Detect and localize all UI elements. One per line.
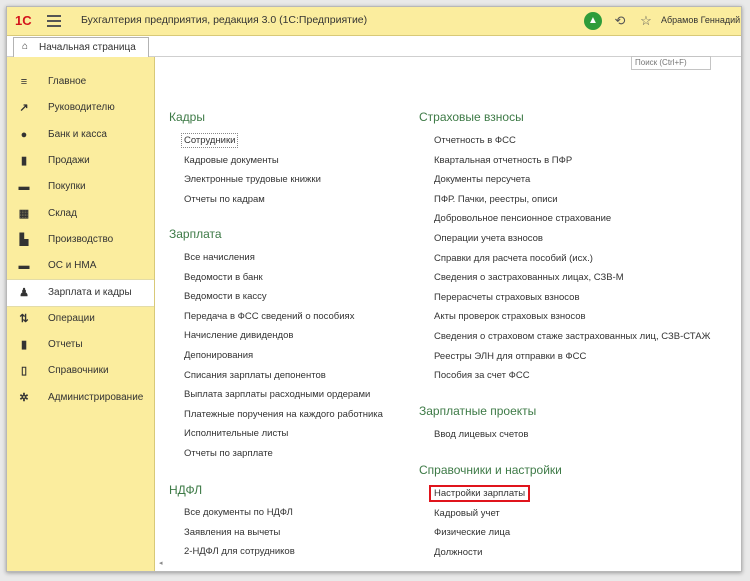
nav-link-vznosy[interactable]: ПФР. Пачки, реестры, описи: [434, 194, 558, 205]
nav-link-zarplata[interactable]: Списания зарплаты депонентов: [184, 370, 326, 381]
search-input[interactable]: [631, 56, 711, 70]
sidebar-item-label: Продажи: [48, 154, 90, 166]
nav-link-ndfl[interactable]: Заявления на вычеты: [184, 527, 280, 538]
person-icon: ♟: [19, 287, 29, 300]
history-icon[interactable]: ⟲: [611, 12, 629, 30]
sidebar-item[interactable]: ▬ ОС и НМА: [7, 253, 154, 279]
sidebar-item[interactable]: ✲ Администрирование: [7, 385, 154, 411]
nav-link-zarplata[interactable]: Ведомости в банк: [184, 272, 263, 283]
favorites-star-icon[interactable]: ☆: [637, 12, 655, 30]
nav-link-zarplata[interactable]: Платежные поручения на каждого работника: [184, 409, 383, 420]
factory-icon: ▙: [19, 233, 29, 246]
sidebar-item[interactable]: ▮ Отчеты: [7, 332, 154, 358]
title-bar: 1С Бухгалтерия предприятия, редакция 3.0…: [7, 7, 741, 36]
nav-link-vznosy[interactable]: Реестры ЭЛН для отправки в ФСС: [434, 351, 586, 362]
nav-link-vznosy[interactable]: Добровольное пенсионное страхование: [434, 213, 611, 224]
nav-link-vznosy[interactable]: Справки для расчета пособий (исх.): [434, 253, 593, 264]
truck-icon: ▬: [18, 260, 30, 273]
nav-link-zarplata[interactable]: Начисление дивидендов: [184, 330, 293, 341]
nav-link-spravochniki[interactable]: Кадровый учет: [434, 508, 500, 519]
nav-link-vznosy[interactable]: Отчетность в ФСС: [434, 135, 516, 146]
nav-link-zarplata[interactable]: Ведомости в кассу: [184, 291, 267, 302]
sidebar-item-label: Покупки: [48, 181, 86, 193]
menu-icon[interactable]: [47, 15, 61, 27]
sidebar-item[interactable]: ▮ Продажи: [7, 148, 154, 174]
nav-link-vznosy[interactable]: Сведения о застрахованных лицах, СЗВ-М: [434, 272, 624, 283]
scroll-left-icon[interactable]: ◂: [159, 559, 163, 567]
nav-link-proekty[interactable]: Ввод лицевых счетов: [434, 429, 528, 440]
sidebar-item[interactable]: ↗ Руководителю: [7, 95, 154, 121]
book-icon: ▯: [20, 365, 28, 378]
nav-link-spravochniki[interactable]: Настройки зарплаты: [429, 485, 531, 502]
bag-icon: ▮: [20, 154, 28, 167]
list-icon: ≡: [20, 76, 28, 88]
section-title-zarplata: Зарплата: [169, 227, 222, 241]
nav-link-vznosy[interactable]: Документы персучета: [434, 174, 530, 185]
sidebar-item[interactable]: ● Банк и касса: [7, 122, 154, 148]
nav-link-kadry[interactable]: Кадровые документы: [184, 155, 279, 166]
sidebar-item[interactable]: ♟ Зарплата и кадры: [7, 279, 154, 308]
sidebar-item-label: Производство: [48, 233, 114, 245]
nav-link-kadry[interactable]: Сотрудники: [181, 133, 239, 148]
nav-link-vznosy[interactable]: Перерасчеты страховых взносов: [434, 292, 580, 303]
nav-link-vznosy[interactable]: Сведения о страховом стаже застрахованны…: [434, 331, 710, 342]
sidebar: ≡ Главное ↗ Руководителю ● Банк и касса ▮ Прода…: [7, 57, 155, 571]
home-icon: ⌂: [22, 41, 29, 52]
section-title-proekty: Зарплатные проекты: [419, 404, 537, 418]
nav-link-kadry[interactable]: Электронные трудовые книжки: [184, 174, 321, 185]
app-title: Бухгалтерия предприятия, редакция 3.0 (1…: [81, 14, 368, 26]
nav-link-spravochniki[interactable]: Физические лица: [434, 527, 510, 538]
nav-link-ndfl[interactable]: 2-НДФЛ для сотрудников: [184, 546, 295, 557]
sidebar-item-label: Руководителю: [48, 102, 115, 114]
sidebar-item-label: Справочники: [48, 365, 109, 377]
notifications-bell-icon[interactable]: ▲: [584, 12, 602, 30]
nav-link-vznosy[interactable]: Квартальная отчетность в ПФР: [434, 155, 572, 166]
section-title-ndfl: НДФЛ: [169, 483, 203, 497]
coin-icon: ●: [20, 128, 28, 141]
sidebar-item[interactable]: ⇅ Операции: [7, 306, 154, 332]
sidebar-item-label: Операции: [48, 312, 95, 324]
trend-icon: ↗: [19, 102, 29, 115]
tab-home[interactable]: ⌂ Начальная страница: [13, 37, 149, 57]
sidebar-item-label: Главное: [48, 76, 87, 87]
nav-link-vznosy[interactable]: Операции учета взносов: [434, 233, 543, 244]
sidebar-item-label: Склад: [48, 207, 77, 219]
nav-link-zarplata[interactable]: Депонирования: [184, 350, 253, 361]
operations-icon: ⇅: [19, 312, 29, 325]
nav-link-zarplata[interactable]: Выплата зарплаты расходными ордерами: [184, 389, 370, 400]
sidebar-item[interactable]: ▬ Покупки: [7, 174, 154, 200]
nav-link-zarplata[interactable]: Исполнительные листы: [184, 428, 288, 439]
nav-link-zarplata[interactable]: Передача в ФСС сведений о пособиях: [184, 311, 354, 322]
sidebar-item[interactable]: ▦ Склад: [7, 201, 154, 227]
app-window: 1С Бухгалтерия предприятия, редакция 3.0…: [6, 6, 742, 572]
sidebar-item-label: ОС и НМА: [48, 260, 97, 272]
sidebar-item[interactable]: ≡ Главное: [7, 69, 154, 95]
sidebar-item[interactable]: ▙ Производство: [7, 227, 154, 253]
tab-bar: ⌂ Начальная страница: [7, 36, 741, 57]
sidebar-item[interactable]: ▯ Справочники: [7, 358, 154, 384]
bar-chart-icon: ▮: [20, 339, 28, 351]
sidebar-item-label: Отчеты: [48, 339, 83, 350]
section-title-vznosy: Страховые взносы: [419, 110, 524, 124]
warehouse-icon: ▦: [18, 207, 30, 220]
sidebar-item-label: Администрирование: [48, 391, 144, 403]
sidebar-item-label: Банк и касса: [48, 128, 107, 140]
nav-link-ndfl[interactable]: Все документы по НДФЛ: [184, 507, 293, 518]
nav-link-vznosy[interactable]: Акты проверок страховых взносов: [434, 311, 586, 322]
tab-home-label: Начальная страница: [39, 42, 136, 53]
gear-icon: ✲: [19, 391, 29, 404]
user-name[interactable]: Абрамов Геннадий: [661, 15, 740, 25]
1c-logo-icon: 1С: [15, 13, 32, 28]
sidebar-item-label: Зарплата и кадры: [48, 287, 132, 299]
cart-icon: ▬: [18, 181, 30, 194]
nav-link-kadry[interactable]: Отчеты по кадрам: [184, 194, 265, 205]
nav-link-zarplata[interactable]: Отчеты по зарплате: [184, 448, 273, 459]
nav-link-vznosy[interactable]: Пособия за счет ФСС: [434, 370, 530, 381]
nav-link-spravochniki[interactable]: Должности: [434, 547, 482, 558]
section-title-spravochniki: Справочники и настройки: [419, 463, 562, 477]
section-title-kadry: Кадры: [169, 110, 205, 124]
nav-link-zarplata[interactable]: Все начисления: [184, 252, 255, 263]
